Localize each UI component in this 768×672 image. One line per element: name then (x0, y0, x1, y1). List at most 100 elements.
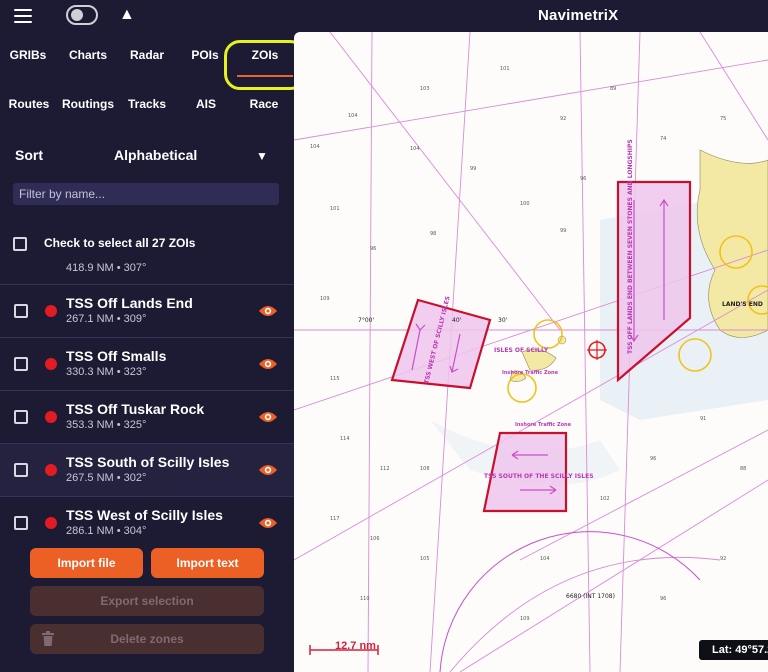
map-label-lands-end: LAND'S END (722, 301, 763, 308)
map-label-lands-end-tss: TSS OFF LANDS END BETWEEN SEVEN STONES A… (627, 139, 634, 354)
mode-toggle[interactable] (66, 5, 98, 25)
eye-icon[interactable] (258, 463, 278, 477)
tab-race[interactable]: Race (250, 97, 279, 111)
sort-label: Sort (15, 147, 43, 163)
svg-text:74: 74 (660, 136, 666, 142)
chart-canvas: 104 104 104 99 100 99 101 96 98 109 115 114 112 1… (294, 32, 768, 672)
map-label-inshore-1: Inshore Traffic Zone (502, 370, 559, 376)
navigation-arrow-icon[interactable]: ▲ (119, 7, 135, 23)
zone-distance-bearing: 353.3 NM • 325° (66, 419, 147, 431)
map-label-lat-tick: 7°00' (358, 317, 374, 324)
zone-distance-bearing: 267.1 NM • 309° (66, 313, 147, 325)
zone-name: TSS Off Tuskar Rock (66, 401, 205, 417)
export-selection-button[interactable]: Export selection (30, 586, 264, 616)
zone-color-dot (45, 411, 57, 423)
zone-color-dot (45, 464, 57, 476)
svg-text:104: 104 (410, 146, 420, 152)
svg-text:108: 108 (420, 466, 430, 472)
svg-text:106: 106 (370, 536, 380, 542)
zoi-row[interactable]: TSS West of Scilly Isles 286.1 NM • 304° (0, 496, 294, 540)
tab-gribs[interactable]: GRIBs (10, 48, 47, 62)
tab-tracks[interactable]: Tracks (128, 97, 166, 111)
zone-color-dot (45, 305, 57, 317)
zoi-row[interactable]: TSS Off Tuskar Rock 353.3 NM • 325° (0, 390, 294, 443)
trash-icon (42, 631, 54, 646)
row-checkbox[interactable] (14, 410, 28, 424)
eye-icon[interactable] (258, 304, 278, 318)
row-checkbox[interactable] (14, 304, 28, 318)
map-label-south-tss: TSS SOUTH OF THE SCILLY ISLES (484, 473, 594, 480)
svg-text:96: 96 (650, 456, 656, 462)
svg-text:112: 112 (380, 466, 390, 472)
svg-text:96: 96 (580, 176, 586, 182)
svg-text:110: 110 (360, 596, 370, 602)
chevron-down-icon[interactable]: ▼ (256, 149, 268, 163)
sort-dropdown[interactable]: Alphabetical (114, 147, 197, 163)
tab-routes[interactable]: Routes (9, 97, 50, 111)
map-label-40-min: 40' (452, 317, 462, 324)
map-label-30-min: 30' (498, 317, 508, 324)
svg-text:88: 88 (740, 466, 746, 472)
svg-text:96: 96 (660, 596, 666, 602)
svg-text:103: 103 (420, 86, 430, 92)
filter-input[interactable] (13, 183, 279, 205)
row-checkbox[interactable] (14, 516, 28, 530)
delete-zones-button[interactable]: Delete zones (30, 624, 264, 654)
svg-text:91: 91 (700, 416, 706, 422)
svg-text:115: 115 (330, 376, 340, 382)
app-title: NavimetriX (538, 7, 619, 24)
map-label-chart-number: 6680 (INT 1708) (566, 593, 615, 600)
list-item-partial: 418.9 NM • 307° (66, 262, 147, 274)
zone-distance-bearing: 330.3 NM • 323° (66, 366, 147, 378)
eye-icon[interactable] (258, 516, 278, 530)
svg-text:109: 109 (520, 616, 530, 622)
import-file-button[interactable]: Import file (30, 548, 143, 578)
zone-distance-bearing: 286.1 NM • 304° (66, 525, 147, 537)
svg-text:114: 114 (340, 436, 350, 442)
row-checkbox[interactable] (14, 357, 28, 371)
toggle-knob (71, 9, 83, 21)
latitude-readout: Lat: 49°57.2 (699, 640, 768, 660)
svg-text:101: 101 (330, 206, 340, 212)
svg-text:109: 109 (320, 296, 330, 302)
svg-text:92: 92 (560, 116, 566, 122)
svg-text:104: 104 (348, 113, 358, 119)
delete-zones-label: Delete zones (110, 632, 184, 646)
map-scale-label: 12.7 nm (335, 640, 376, 652)
tab-charts[interactable]: Charts (69, 48, 107, 62)
zoi-list[interactable]: 418.9 NM • 307° TSS Off Lands End 267.1 … (0, 262, 294, 540)
svg-text:89: 89 (610, 86, 616, 92)
zone-name: TSS West of Scilly Isles (66, 507, 223, 523)
zoi-row[interactable]: TSS South of Scilly Isles 267.5 NM • 302… (0, 443, 294, 496)
nautical-chart-map[interactable]: 104 104 104 99 100 99 101 96 98 109 115 114 112 1… (294, 32, 768, 672)
zone-name: TSS South of Scilly Isles (66, 454, 230, 470)
svg-text:100: 100 (520, 201, 530, 207)
zoi-row[interactable]: TSS Off Smalls 330.3 NM • 323° (0, 337, 294, 390)
svg-text:98: 98 (430, 231, 436, 237)
zone-name: TSS Off Smalls (66, 348, 167, 364)
svg-text:92: 92 (720, 556, 726, 562)
tab-pois[interactable]: POIs (191, 48, 218, 62)
svg-text:99: 99 (470, 166, 476, 172)
tab-ais[interactable]: AIS (196, 97, 216, 111)
svg-text:75: 75 (720, 116, 726, 122)
map-label-inshore-2: Inshore Traffic Zone (515, 422, 572, 428)
zone-distance-bearing: 267.5 NM • 302° (66, 472, 147, 484)
eye-icon[interactable] (258, 357, 278, 371)
select-all-checkbox[interactable] (13, 237, 27, 251)
select-all-label: Check to select all 27 ZOIs (44, 236, 196, 250)
tab-routings[interactable]: Routings (62, 97, 114, 111)
svg-text:102: 102 (600, 496, 610, 502)
tab-radar[interactable]: Radar (130, 48, 164, 62)
svg-text:117: 117 (330, 516, 340, 522)
svg-text:104: 104 (310, 144, 320, 150)
zoi-row[interactable]: TSS Off Lands End 267.1 NM • 309° (0, 284, 294, 337)
menu-icon[interactable] (14, 9, 32, 23)
row-checkbox[interactable] (14, 463, 28, 477)
svg-text:99: 99 (560, 228, 566, 234)
top-bar: ▲ NavimetriX (0, 0, 768, 32)
map-label-isles: ISLES OF SCILLY (494, 347, 549, 354)
import-text-button[interactable]: Import text (151, 548, 264, 578)
zone-color-dot (45, 517, 57, 529)
eye-icon[interactable] (258, 410, 278, 424)
